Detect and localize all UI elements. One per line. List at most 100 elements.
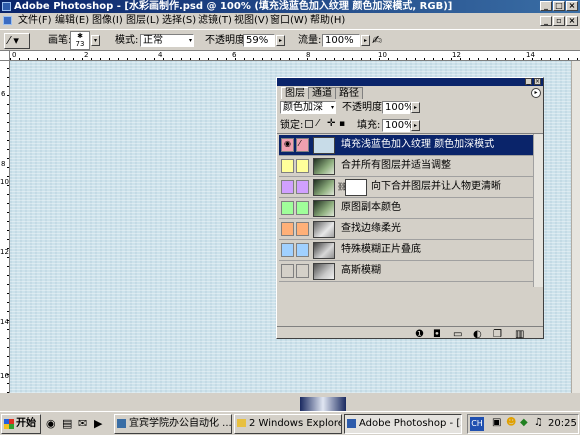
tab-channels[interactable]: 通道 <box>308 87 336 99</box>
clock[interactable]: 20:25 <box>548 418 577 429</box>
layer-opacity-input[interactable]: 100% <box>382 101 414 114</box>
start-button[interactable]: 开始 <box>1 414 41 434</box>
link-slot-icon[interactable] <box>296 243 309 257</box>
fill-input[interactable]: 100% <box>382 119 414 132</box>
brush-picker[interactable]: ✱ 73 <box>70 31 90 50</box>
menu-window[interactable]: 窗口(W) <box>270 14 308 28</box>
mail-quicklaunch-icon[interactable]: ✉ <box>78 417 87 430</box>
brush-dropdown-icon[interactable]: ▾ <box>91 35 100 46</box>
minimize-icon[interactable]: _ <box>540 1 552 11</box>
tab-layers[interactable]: 图层 <box>281 87 309 99</box>
taskbar-item-explorer[interactable]: 2 Windows Explorer <box>234 414 342 434</box>
taskbar-item-photoshop[interactable]: Adobe Photoshop - [水... <box>344 414 462 434</box>
ruler-origin[interactable] <box>0 51 10 61</box>
flow-slider-icon[interactable]: ▸ <box>361 35 370 46</box>
lock-label: 锁定: <box>280 120 304 131</box>
browser-quicklaunch-icon[interactable]: ◉ <box>46 417 56 430</box>
visibility-eye-icon[interactable] <box>281 222 294 236</box>
panel-close-icon[interactable]: × <box>534 78 541 85</box>
visibility-eye-icon[interactable]: ◉ <box>281 138 294 152</box>
new-layer-icon[interactable]: ❐ <box>493 330 502 340</box>
layer-list-scrollbar[interactable] <box>533 134 543 287</box>
doc-close-icon[interactable]: × <box>566 16 578 26</box>
trash-icon[interactable]: ▥ <box>515 330 524 340</box>
vertical-scrollbar[interactable] <box>571 61 580 393</box>
layer-mask-thumbnail[interactable] <box>345 179 367 196</box>
tab-paths[interactable]: 路径 <box>335 87 363 99</box>
layer-row[interactable]: 高斯模糊 <box>279 261 541 282</box>
opacity-input[interactable]: 59% <box>243 34 275 47</box>
network-icon[interactable]: ▣ <box>492 417 501 428</box>
lock-position-icon[interactable]: ✛ <box>327 118 335 130</box>
visibility-eye-icon[interactable] <box>281 264 294 278</box>
opacity-slider-icon[interactable]: ▸ <box>276 35 285 46</box>
security-icon[interactable]: ◆ <box>520 417 528 428</box>
menu-edit[interactable]: 编辑(E) <box>55 14 89 28</box>
visibility-eye-icon[interactable] <box>281 243 294 257</box>
mode-label: 模式: <box>115 35 139 46</box>
adjustment-layer-icon[interactable]: ◐ <box>473 330 482 340</box>
panel-titlebar[interactable]: _ × <box>277 78 543 86</box>
link-slot-icon[interactable] <box>296 201 309 215</box>
horizontal-ruler[interactable]: 0 2 4 6 8 10 12 14 <box>10 51 580 61</box>
new-set-icon[interactable]: ▭ <box>453 330 462 340</box>
menu-image[interactable]: 图像(I) <box>92 14 123 28</box>
layer-style-icon[interactable]: ❶ <box>415 330 424 340</box>
taskbar-item-label: 2 Windows Explorer <box>249 418 342 429</box>
link-slot-icon[interactable] <box>296 159 309 173</box>
menu-file[interactable]: 文件(F) <box>18 14 52 28</box>
doc-minimize-icon[interactable]: _ <box>540 16 552 26</box>
messenger-icon[interactable]: ☻ <box>506 417 516 428</box>
airbrush-icon[interactable]: ✍ <box>372 32 390 48</box>
lock-all-icon[interactable]: ▪ <box>339 118 345 130</box>
lock-transparency-icon[interactable] <box>305 120 313 128</box>
desktop-quicklaunch-icon[interactable]: ▤ <box>62 417 72 430</box>
layer-row[interactable]: ⛓ 向下合并图层并让人物更清晰 <box>279 177 541 198</box>
photoshop-app-icon[interactable] <box>2 2 11 11</box>
layer-thumbnail <box>313 137 335 154</box>
menu-select[interactable]: 选择(S) <box>162 14 196 28</box>
link-slot-icon[interactable] <box>296 180 309 194</box>
layer-thumbnail <box>313 263 335 280</box>
visibility-eye-icon[interactable] <box>281 180 294 194</box>
mode-select[interactable]: 正常 ▾ <box>140 34 194 47</box>
close-icon[interactable]: × <box>566 1 578 11</box>
menu-help[interactable]: 帮助(H) <box>310 14 345 28</box>
blend-mode-select[interactable]: 颜色加深 ▾ <box>280 101 336 114</box>
layer-list: ◉ ⁄ 填充浅蓝色加入纹理 颜色加深模式 合并所有图层并适当调整 ⛓ 向下合并图… <box>277 133 543 289</box>
layer-thumbnail <box>313 200 335 217</box>
link-slot-icon[interactable] <box>296 222 309 236</box>
menu-filter[interactable]: 滤镜(T) <box>198 14 232 28</box>
lock-image-icon[interactable]: ⁄ <box>317 118 319 130</box>
layer-row[interactable]: 原图副本颜色 <box>279 198 541 219</box>
fill-slider-icon[interactable]: ▸ <box>411 120 420 131</box>
panel-minimize-icon[interactable]: _ <box>525 78 532 85</box>
folder-icon <box>237 419 246 427</box>
vertical-ruler[interactable]: 6 8 10 12 14 16 <box>0 61 10 393</box>
brush-tip-icon: ✱ <box>77 32 83 40</box>
visibility-eye-icon[interactable] <box>281 159 294 173</box>
taskbar-item-office[interactable]: 宜宾学院办公自动化 ... <box>114 414 232 434</box>
visibility-eye-icon[interactable] <box>281 201 294 215</box>
panel-menu-icon[interactable]: ▸ <box>531 88 541 98</box>
layer-row[interactable]: 特殊模糊正片叠底 <box>279 240 541 261</box>
document-icon[interactable] <box>3 16 12 25</box>
options-bar: ⁄ ▾ 画笔: ✱ 73 ▾ 模式: 正常 ▾ 不透明度: 59% ▸ 流量: … <box>0 29 580 51</box>
media-quicklaunch-icon[interactable]: ▶ <box>94 417 102 430</box>
ime-indicator[interactable]: CH <box>470 417 484 431</box>
volume-icon[interactable]: ♫ <box>534 417 543 428</box>
menu-view[interactable]: 视图(V) <box>234 14 269 28</box>
flow-input[interactable]: 100% <box>322 34 360 47</box>
paint-brush-icon[interactable]: ⁄ <box>296 138 309 152</box>
taskbar-item-label: Adobe Photoshop - [水... <box>359 418 461 429</box>
layer-row[interactable]: ◉ ⁄ 填充浅蓝色加入纹理 颜色加深模式 <box>279 135 541 156</box>
doc-restore-icon[interactable]: ▫ <box>553 16 565 26</box>
layer-opacity-slider-icon[interactable]: ▸ <box>411 102 420 113</box>
brush-tool-preset-icon[interactable]: ⁄ ▾ <box>4 33 30 49</box>
maximize-icon[interactable]: □ <box>553 1 565 11</box>
add-mask-icon[interactable]: ◘ <box>433 330 441 340</box>
link-slot-icon[interactable] <box>296 264 309 278</box>
menu-layer[interactable]: 图层(L) <box>126 14 159 28</box>
layer-row[interactable]: 合并所有图层并适当调整 <box>279 156 541 177</box>
layer-row[interactable]: 查找边缘柔光 <box>279 219 541 240</box>
